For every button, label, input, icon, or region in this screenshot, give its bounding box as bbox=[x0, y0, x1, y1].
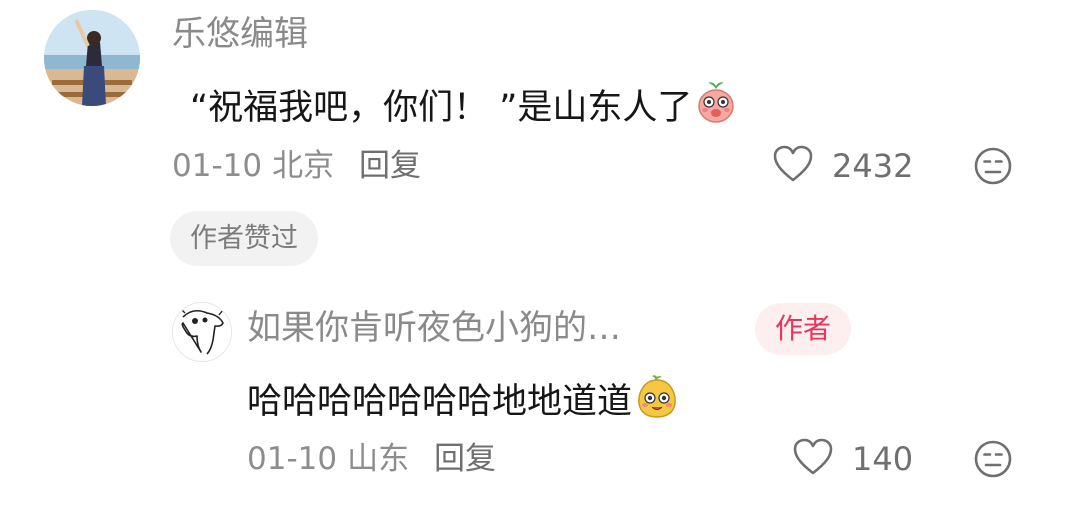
reply-avatar[interactable] bbox=[172, 302, 232, 362]
commenter-username[interactable]: 乐悠编辑 bbox=[172, 14, 308, 54]
heart-outline-icon bbox=[792, 437, 834, 481]
reply-location: 山东 bbox=[347, 441, 410, 477]
reply-reply-button[interactable]: 回复 bbox=[434, 440, 496, 478]
heart-outline-icon bbox=[772, 144, 814, 188]
commenter-avatar[interactable] bbox=[44, 10, 140, 106]
comment-meta: 01-10 北京 bbox=[172, 147, 334, 185]
yellow-sprite-emoji-icon bbox=[634, 373, 680, 430]
avatar-photo bbox=[44, 10, 140, 106]
reply-username[interactable]: 如果你肯听夜色小狗的… bbox=[247, 308, 621, 348]
reply-date: 01-10 bbox=[247, 441, 338, 477]
reply-text-row: 哈哈哈哈哈哈哈地地道道 bbox=[247, 373, 680, 430]
comment-text-row: “祝福我吧，你们！ ”是山东人了 bbox=[190, 80, 738, 135]
peach-emoji-icon bbox=[694, 80, 738, 135]
comment-date: 01-10 bbox=[172, 148, 263, 184]
comment-reply-button[interactable]: 回复 bbox=[359, 147, 421, 185]
reply-meta: 01-10 山东 bbox=[247, 440, 409, 478]
reply-text: 哈哈哈哈哈哈哈地地道道 bbox=[247, 381, 633, 422]
dislike-face-icon bbox=[974, 440, 1012, 478]
comment-text: “祝福我吧，你们！ ”是山东人了 bbox=[190, 87, 693, 128]
comment-dislike-button[interactable] bbox=[973, 146, 1013, 190]
reply-like-count: 140 bbox=[852, 440, 914, 478]
comment-like-button[interactable]: 2432 bbox=[772, 144, 913, 188]
author-liked-tag: 作者赞过 bbox=[170, 211, 318, 266]
reply-dislike-button[interactable] bbox=[973, 439, 1013, 483]
comment-like-count: 2432 bbox=[832, 147, 914, 185]
reply-like-button[interactable]: 140 bbox=[792, 437, 913, 481]
dislike-face-icon bbox=[974, 147, 1012, 185]
author-badge: 作者 bbox=[755, 303, 851, 355]
dog-sketch-avatar bbox=[173, 303, 231, 361]
comment-location: 北京 bbox=[272, 148, 335, 184]
